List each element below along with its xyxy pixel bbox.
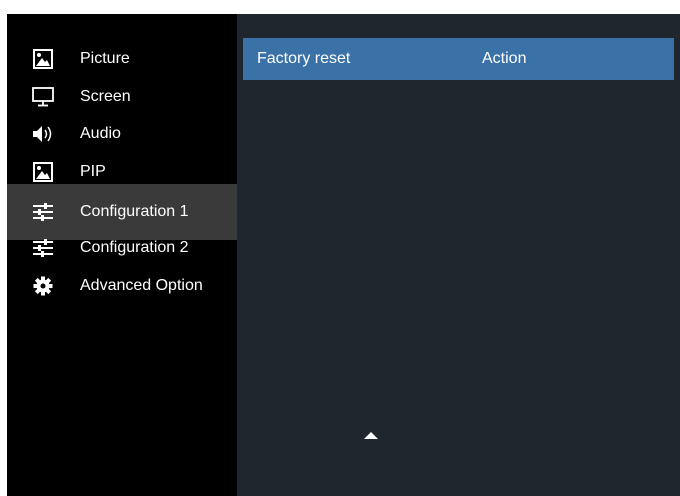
settings-panel: Factory reset Action (237, 14, 680, 496)
sidebar-item-label: Picture (80, 50, 130, 67)
gear-icon (32, 275, 54, 297)
sidebar-item-screen[interactable]: Screen (7, 79, 237, 115)
monitor-icon (32, 86, 54, 108)
sidebar-item-label: Configuration 1 (80, 203, 189, 220)
row-value: Action (482, 50, 527, 67)
sidebar-item-label: Configuration 2 (80, 239, 189, 256)
sidebar-menu: Picture Screen Audio PIP Configuration 1… (7, 14, 237, 496)
sidebar-item-configuration-2[interactable]: Configuration 2 (7, 230, 237, 266)
sidebar-item-label: Screen (80, 88, 131, 105)
pip-icon (32, 161, 54, 183)
sliders-icon (32, 237, 54, 259)
sidebar-item-label: Audio (80, 125, 121, 142)
factory-reset-row[interactable]: Factory reset Action (243, 38, 674, 80)
sidebar-item-picture[interactable]: Picture (7, 41, 237, 77)
sidebar-item-audio[interactable]: Audio (7, 116, 237, 152)
sliders-icon (32, 201, 54, 223)
sidebar-item-label: Advanced Option (80, 277, 203, 294)
scroll-up-arrow-icon[interactable] (364, 432, 378, 439)
picture-icon (32, 48, 54, 70)
speaker-icon (32, 123, 54, 145)
sidebar-item-advanced-option[interactable]: Advanced Option (7, 268, 237, 304)
sidebar-item-label: PIP (80, 163, 106, 180)
row-label: Factory reset (257, 50, 351, 67)
osd-menu: Picture Screen Audio PIP Configuration 1… (7, 14, 680, 496)
